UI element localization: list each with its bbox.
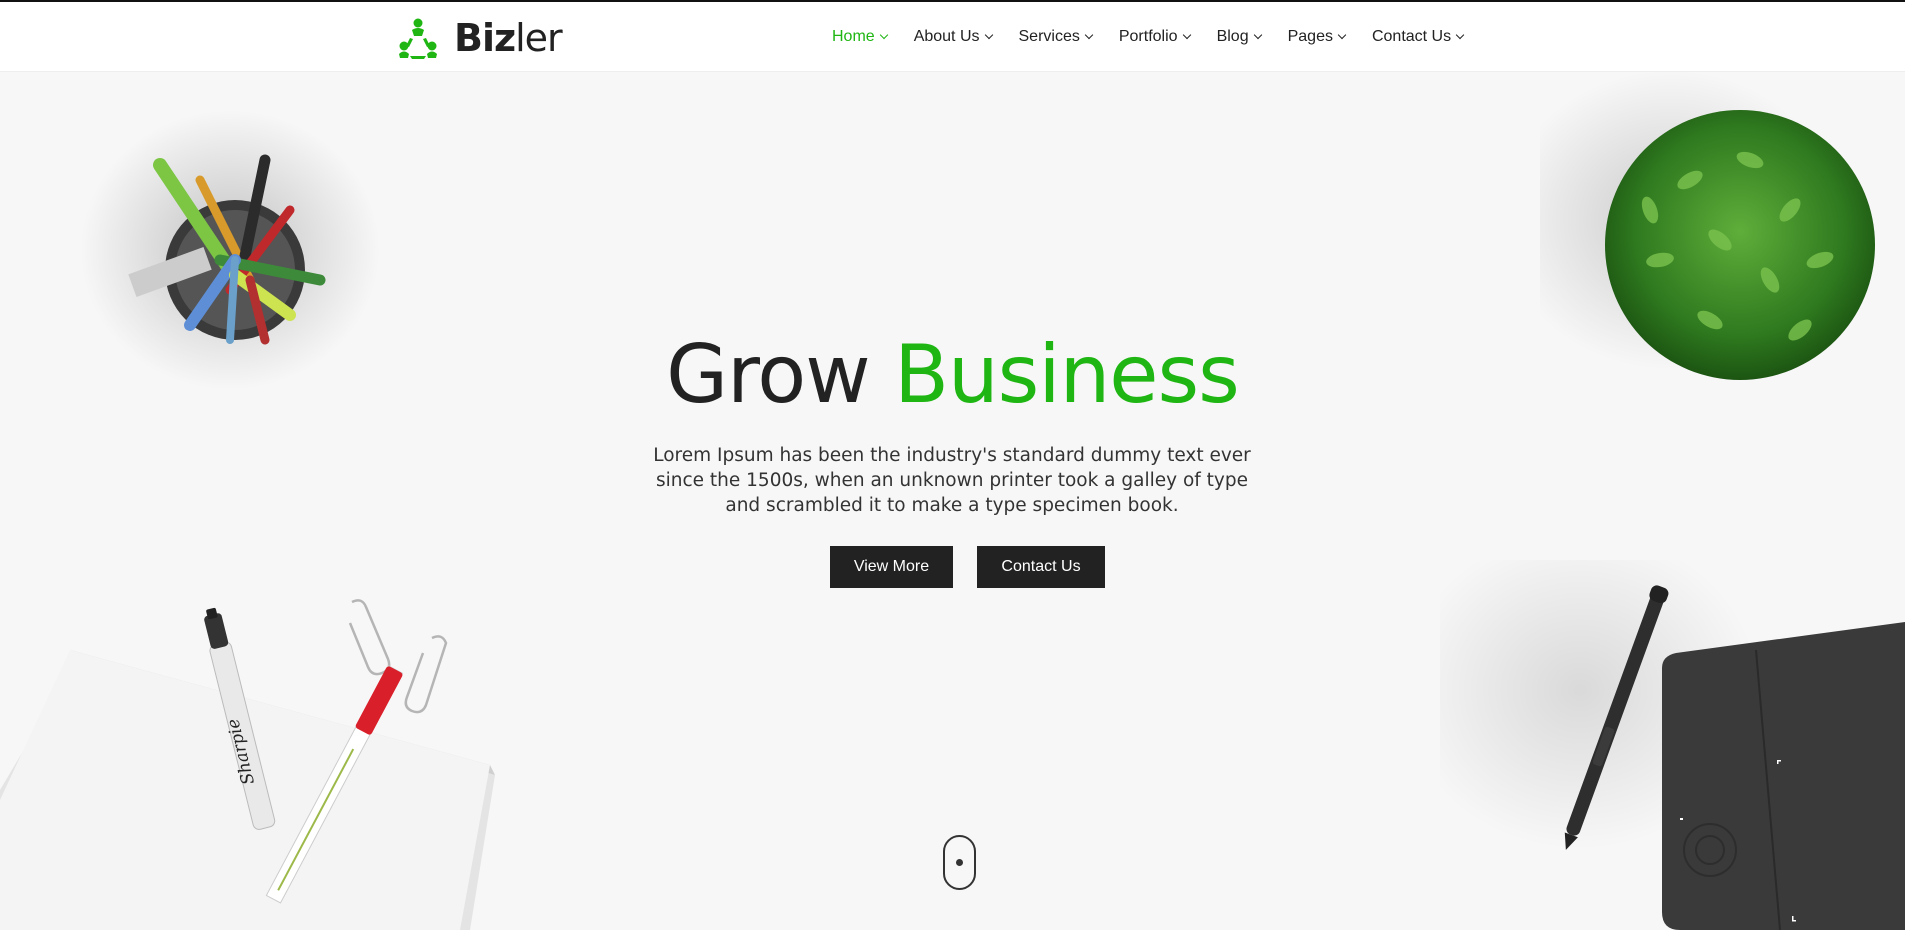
mouse-scroll-icon[interactable] (943, 835, 976, 890)
contact-us-button[interactable]: Contact Us (977, 546, 1105, 588)
view-more-button[interactable]: View More (830, 546, 953, 588)
brand-name-light: ler (515, 16, 563, 60)
hero-title: Grow Business (0, 330, 1905, 420)
chevron-down-icon (1337, 30, 1347, 40)
chevron-down-icon (1253, 30, 1262, 40)
navbar: Bizler Home About Us Services Portfolio … (0, 2, 1905, 72)
main-menu: Home About Us Services Portfolio Blog Pa… (832, 2, 1465, 72)
nav-item-pages[interactable]: Pages (1287, 28, 1347, 46)
brand-name-bold: Biz (454, 16, 516, 60)
hero-title-part2: Business (894, 328, 1240, 421)
tablet-stylus-image (1440, 560, 1905, 930)
chevron-down-icon (879, 30, 888, 40)
nav-item-about-us[interactable]: About Us (913, 28, 993, 46)
desk-paper-image: Sharpie (0, 599, 495, 930)
brand-name: Bizler (454, 16, 563, 60)
nav-item-label: Pages (1287, 28, 1333, 45)
chevron-down-icon (1084, 30, 1094, 40)
nav-item-label: Services (1018, 28, 1080, 45)
hero-description: Lorem Ipsum has been the industry's stan… (653, 445, 1251, 516)
nav-item-label: Contact Us (1371, 28, 1452, 45)
chevron-down-icon (1182, 30, 1191, 40)
nav-item-portfolio[interactable]: Portfolio (1118, 28, 1191, 46)
nav-item-services[interactable]: Services (1018, 28, 1094, 46)
nav-item-contact-us[interactable]: Contact Us (1371, 28, 1465, 46)
mouse-scroll-dot (956, 859, 963, 866)
nav-item-label: Blog (1216, 28, 1249, 45)
chevron-down-icon (984, 30, 993, 40)
hero-title-part1: Grow (666, 328, 870, 421)
brand-logo[interactable]: Bizler (396, 16, 563, 60)
chevron-down-icon (1455, 30, 1465, 40)
nav-item-label: Home (832, 28, 875, 45)
nav-item-home[interactable]: Home (832, 28, 888, 46)
nav-item-label: Portfolio (1118, 28, 1178, 45)
tri-people-logo-icon (399, 18, 437, 59)
nav-item-label: About Us (913, 28, 980, 45)
nav-item-blog[interactable]: Blog (1216, 28, 1262, 46)
